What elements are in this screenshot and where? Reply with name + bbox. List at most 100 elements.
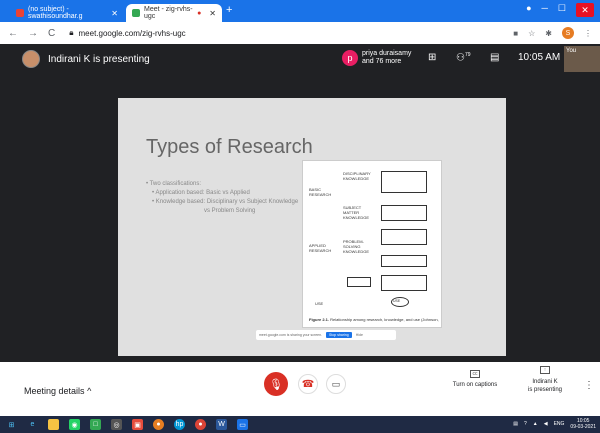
diagram-box <box>381 255 427 267</box>
diagram-box <box>347 277 371 287</box>
back-icon[interactable]: ← <box>8 28 18 39</box>
mic-toggle-button[interactable]: 🎙︎ <box>264 372 288 396</box>
windows-taskbar: ⊞ e ◉ □ ◎ ▣ ● hp ● W ▭ ▤ ? ▲ ◀ ENG 10:05… <box>0 416 600 433</box>
edge-icon[interactable]: e <box>27 419 38 430</box>
whatsapp-icon[interactable]: ◉ <box>69 419 80 430</box>
browser-tab-bar: (no subject) - swathisoundhar.g ✕ Meet -… <box>0 0 600 22</box>
use-label: USE <box>315 301 324 306</box>
reload-icon[interactable]: C <box>48 28 55 39</box>
url-text: meet.google.com/zig-rvhs-ugc <box>78 28 186 38</box>
profile-avatar[interactable]: S <box>562 27 574 39</box>
chrome-menu-icon[interactable]: ● <box>526 3 531 17</box>
chevron-up-icon: ^ <box>87 386 92 396</box>
basic-research-label: BASIC RESEARCH <box>309 187 332 197</box>
participant-name: priya duraisamy <box>362 50 412 57</box>
shared-screen: Types of Research • Two classifications:… <box>118 98 506 356</box>
stop-sharing-button[interactable]: Stop sharing <box>326 332 352 338</box>
bullet-l1: • Two classifications: <box>146 181 202 187</box>
bullet-l2: • Application based: Basic vs Applied <box>152 190 250 196</box>
recording-dot-icon: ● <box>197 9 202 17</box>
research-diagram: BASIC RESEARCH APPLIED RESEARCH DISCIPLI… <box>302 160 442 328</box>
disciplinary-label: DISCIPLINARY KNOWLEDGE <box>343 171 371 181</box>
window-close-icon[interactable]: ✕ <box>576 3 594 17</box>
app-icon[interactable]: □ <box>90 419 101 430</box>
app-icon[interactable]: ▣ <box>132 419 143 430</box>
language-indicator[interactable]: ENG <box>554 421 565 427</box>
camera-toggle-button[interactable]: ▭ <box>326 374 346 394</box>
volume-icon[interactable]: ◀ <box>544 421 548 427</box>
meet-stage: Indirani K is presenting p priya duraisa… <box>0 44 600 394</box>
diagram-box <box>381 229 427 245</box>
minimize-icon[interactable]: ─ <box>542 3 548 17</box>
mic-off-icon: 🎙︎ <box>269 378 283 391</box>
share-text: meet.google.com is sharing your screen. <box>259 333 323 337</box>
screen-share-bar: meet.google.com is sharing your screen. … <box>256 330 396 340</box>
chat-icon[interactable]: ▤ <box>490 52 499 63</box>
participants-chip[interactable]: p priya duraisamy and 76 more <box>342 50 411 66</box>
participant-avatar: p <box>342 50 358 66</box>
bullet-l2: • Knowledge based: Disciplinary vs Subje… <box>152 199 299 205</box>
close-icon[interactable]: ✕ <box>209 9 216 18</box>
system-tray: ▤ ? ▲ ◀ ENG 10:05 09-03-2021 <box>513 418 596 430</box>
meeting-details-button[interactable]: Meeting details ^ <box>24 386 91 396</box>
phone-icon: ☎︎ <box>301 378 315 390</box>
presenting-name: Indirani K <box>532 379 558 385</box>
use-oval: USE <box>391 297 409 307</box>
word-icon[interactable]: W <box>216 419 227 430</box>
more-options-icon[interactable]: ⋮ <box>584 380 594 391</box>
meeting-clock: 10:05 AM <box>518 52 561 63</box>
problem-solving-label: PROBLEM-SOLVING KNOWLEDGE <box>343 239 370 254</box>
menu-icon[interactable]: ⋮ <box>584 29 592 38</box>
meet-icon <box>132 9 140 17</box>
diagram-box <box>381 205 427 221</box>
url-field[interactable]: 🔒︎ meet.google.com/zig-rvhs-ugc <box>69 28 185 38</box>
app-icon[interactable]: ◎ <box>111 419 122 430</box>
slide-bullets: • Two classifications: • Application bas… <box>146 180 298 216</box>
present-icon: ↑ <box>540 366 550 374</box>
diagram-box <box>381 275 427 291</box>
layout-icon[interactable]: ⊞ <box>428 52 436 63</box>
people-icon[interactable]: ⚇79 <box>456 52 471 63</box>
applied-research-label: APPLIED RESEARCH <box>309 243 332 253</box>
participant-more: and 76 more <box>362 58 402 65</box>
chrome-icon[interactable]: ● <box>195 419 206 430</box>
meet-top-bar: Indirani K is presenting <box>0 44 600 74</box>
subject-matter-label: SUBJECT MATTER KNOWLEDGE <box>343 205 370 220</box>
presenting-sub: is presenting <box>527 387 563 393</box>
camera-indicator-icon[interactable]: ■ <box>513 29 518 38</box>
windows-start-icon[interactable]: ⊞ <box>6 419 17 430</box>
maximize-icon[interactable]: ☐ <box>558 3 566 17</box>
forward-icon[interactable]: → <box>28 28 38 39</box>
presenting-label: Indirani K is presenting <box>48 53 150 65</box>
tray-clock[interactable]: 10:05 09-03-2021 <box>570 418 596 430</box>
star-icon[interactable]: ☆ <box>528 29 535 38</box>
file-explorer-icon[interactable] <box>48 419 59 430</box>
captions-label: Turn on captions <box>452 382 498 388</box>
hp-icon[interactable]: hp <box>174 419 185 430</box>
keyboard-icon[interactable]: ▤ <box>513 421 518 427</box>
tab-label: Meet - zig-rvhs-ugc <box>144 6 193 20</box>
hide-button[interactable]: Hide <box>356 333 363 337</box>
present-button[interactable]: ↑ Indirani K is presenting <box>520 366 570 394</box>
help-icon[interactable]: ? <box>524 421 527 427</box>
app-icon[interactable]: ▭ <box>237 419 248 430</box>
gmail-icon <box>16 9 24 17</box>
close-icon[interactable]: ✕ <box>111 9 118 18</box>
slide-title: Types of Research <box>146 136 313 158</box>
lock-icon: 🔒︎ <box>69 28 74 37</box>
network-icon[interactable]: ▲ <box>533 421 538 427</box>
tab-meet[interactable]: Meet - zig-rvhs-ugc ● ✕ <box>126 4 222 22</box>
meet-controls-bar: Meeting details ^ 🎙︎ ☎︎ ▭ cc Turn on cap… <box>0 362 600 416</box>
presenter-avatar <box>22 50 40 68</box>
extensions-icon[interactable]: ✱ <box>545 29 552 38</box>
leave-call-button[interactable]: ☎︎ <box>298 374 318 394</box>
diagram-box <box>381 171 427 193</box>
tab-gmail[interactable]: (no subject) - swathisoundhar.g ✕ <box>10 4 124 22</box>
firefox-icon[interactable]: ● <box>153 419 164 430</box>
figure-caption: Figure 2.1. Relationship among research,… <box>309 317 439 322</box>
self-view-tile[interactable]: You <box>564 46 600 72</box>
captions-button[interactable]: cc Turn on captions <box>450 370 500 388</box>
new-tab-button[interactable]: + <box>226 4 232 16</box>
bullet-l3: vs Problem Solving <box>204 208 256 214</box>
self-label: You <box>566 48 577 54</box>
